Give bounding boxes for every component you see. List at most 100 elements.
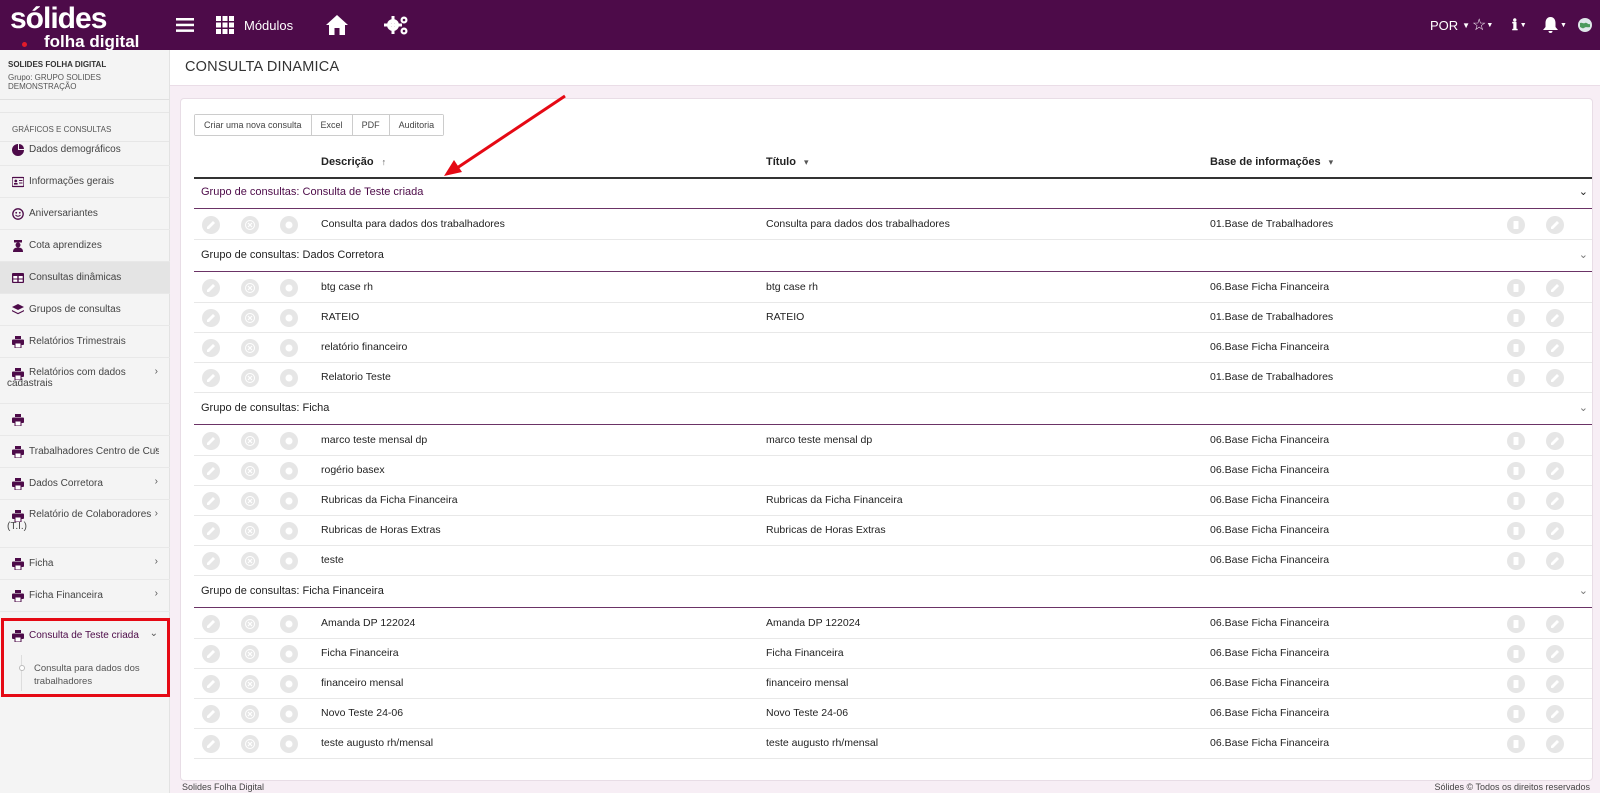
edit-icon[interactable] <box>1546 735 1564 753</box>
document-icon[interactable] <box>1507 675 1525 693</box>
delete-icon[interactable] <box>241 705 259 723</box>
run-icon[interactable] <box>280 369 298 387</box>
delete-icon[interactable] <box>241 216 259 234</box>
delete-icon[interactable] <box>241 645 259 663</box>
table-row[interactable]: rogério basex 06.Base Ficha Financeira <box>194 456 1592 486</box>
edit-icon[interactable] <box>1546 645 1564 663</box>
table-row[interactable]: Relatorio Teste 01.Base de Trabalhadores <box>194 363 1592 393</box>
notifications-button[interactable]: ▼ <box>1543 0 1567 50</box>
document-icon[interactable] <box>1507 615 1525 633</box>
audit-button[interactable]: Auditoria <box>389 115 444 135</box>
edit-icon[interactable] <box>202 705 220 723</box>
query-group-header[interactable]: Grupo de consultas: Dados Corretora ⌄ <box>194 240 1592 272</box>
edit-icon[interactable] <box>202 615 220 633</box>
sidebar-item-unnamed[interactable] <box>0 404 170 436</box>
document-icon[interactable] <box>1507 339 1525 357</box>
delete-icon[interactable] <box>241 462 259 480</box>
table-row[interactable]: teste 06.Base Ficha Financeira <box>194 546 1592 576</box>
sidebar-item-ficha-financeira[interactable]: Ficha Financeira › <box>0 580 170 612</box>
edit-icon[interactable] <box>1546 675 1564 693</box>
chevron-down-icon[interactable]: ⌄ <box>1579 248 1588 261</box>
run-icon[interactable] <box>280 552 298 570</box>
edit-icon[interactable] <box>1546 552 1564 570</box>
table-row[interactable]: RATEIO RATEIO 01.Base de Trabalhadores <box>194 303 1592 333</box>
edit-icon[interactable] <box>1546 309 1564 327</box>
delete-icon[interactable] <box>241 339 259 357</box>
run-icon[interactable] <box>280 216 298 234</box>
favorites-button[interactable]: ☆ ▼ <box>1472 0 1493 50</box>
solides-logo[interactable]: sólides folha digital <box>10 4 150 51</box>
sidebar-item-aniversariantes[interactable]: Aniversariantes <box>0 198 170 230</box>
document-icon[interactable] <box>1507 462 1525 480</box>
run-icon[interactable] <box>280 339 298 357</box>
edit-icon[interactable] <box>202 552 220 570</box>
table-row[interactable]: Novo Teste 24-06 Novo Teste 24-06 06.Base … <box>194 699 1592 729</box>
document-icon[interactable] <box>1507 432 1525 450</box>
edit-icon[interactable] <box>202 645 220 663</box>
run-icon[interactable] <box>280 615 298 633</box>
header-description[interactable]: Descrição ↑ <box>321 156 386 168</box>
edit-icon[interactable] <box>202 279 220 297</box>
delete-icon[interactable] <box>241 522 259 540</box>
delete-icon[interactable] <box>241 432 259 450</box>
document-icon[interactable] <box>1507 645 1525 663</box>
table-row[interactable]: Amanda DP 122024 Amanda DP 122024 06.Base … <box>194 609 1592 639</box>
run-icon[interactable] <box>280 492 298 510</box>
chevron-down-icon[interactable]: ⌄ <box>1579 401 1588 414</box>
edit-icon[interactable] <box>202 216 220 234</box>
run-icon[interactable] <box>280 462 298 480</box>
run-icon[interactable] <box>280 279 298 297</box>
chevron-down-icon[interactable]: ⌄ <box>1579 185 1588 198</box>
edit-icon[interactable] <box>1546 216 1564 234</box>
user-avatar[interactable] <box>1578 0 1592 50</box>
delete-icon[interactable] <box>241 552 259 570</box>
query-group-header[interactable]: Grupo de consultas: Ficha ⌄ <box>194 393 1592 425</box>
edit-icon[interactable] <box>202 339 220 357</box>
edit-icon[interactable] <box>1546 369 1564 387</box>
delete-icon[interactable] <box>241 675 259 693</box>
delete-icon[interactable] <box>241 309 259 327</box>
table-row[interactable]: teste augusto rh/mensal teste augusto rh/… <box>194 729 1592 759</box>
delete-icon[interactable] <box>241 735 259 753</box>
language-selector[interactable]: POR ▼ <box>1430 0 1470 50</box>
sidebar-item-relatorios-trimestrais[interactable]: Relatórios Trimestrais <box>0 326 170 358</box>
sidebar-item-dados-corretora[interactable]: Dados Corretora › <box>0 468 170 500</box>
home-button[interactable] <box>326 0 348 50</box>
query-group-header[interactable]: Grupo de consultas: Ficha Financeira ⌄ <box>194 576 1592 608</box>
sidebar-item-consultas-dinamicas[interactable]: Consultas dinâmicas <box>0 262 170 294</box>
sidebar-item-dados-demograficos[interactable]: Dados demográficos <box>0 134 170 166</box>
document-icon[interactable] <box>1507 216 1525 234</box>
delete-icon[interactable] <box>241 369 259 387</box>
sidebar-item-trabalhadores-centro-custo[interactable]: Trabalhadores Centro de Custo › <box>0 436 170 468</box>
edit-icon[interactable] <box>1546 339 1564 357</box>
document-icon[interactable] <box>1507 552 1525 570</box>
settings-button[interactable] <box>384 0 410 50</box>
header-title[interactable]: Título ▾ <box>766 156 808 168</box>
edit-icon[interactable] <box>1546 522 1564 540</box>
edit-icon[interactable] <box>1546 432 1564 450</box>
new-query-button[interactable]: Criar uma nova consulta <box>195 115 312 135</box>
edit-icon[interactable] <box>202 522 220 540</box>
document-icon[interactable] <box>1507 279 1525 297</box>
edit-icon[interactable] <box>1546 279 1564 297</box>
header-base[interactable]: Base de informações ▾ <box>1210 156 1333 168</box>
delete-icon[interactable] <box>241 279 259 297</box>
edit-icon[interactable] <box>202 369 220 387</box>
chevron-down-icon[interactable]: ⌄ <box>1579 584 1588 597</box>
table-row[interactable]: Rubricas de Horas Extras Rubricas de Hora… <box>194 516 1592 546</box>
edit-icon[interactable] <box>1546 615 1564 633</box>
edit-icon[interactable] <box>202 735 220 753</box>
run-icon[interactable] <box>280 675 298 693</box>
edit-icon[interactable] <box>202 462 220 480</box>
table-row[interactable]: Rubricas da Ficha Financeira Rubricas da … <box>194 486 1592 516</box>
table-row[interactable]: Consulta para dados dos trabalhadores Con… <box>194 210 1592 240</box>
excel-button[interactable]: Excel <box>311 115 353 135</box>
edit-icon[interactable] <box>1546 705 1564 723</box>
edit-icon[interactable] <box>202 309 220 327</box>
table-row[interactable]: relatório financeiro 06.Base Ficha Financ… <box>194 333 1592 363</box>
run-icon[interactable] <box>280 522 298 540</box>
document-icon[interactable] <box>1507 309 1525 327</box>
run-icon[interactable] <box>280 735 298 753</box>
document-icon[interactable] <box>1507 705 1525 723</box>
run-icon[interactable] <box>280 309 298 327</box>
